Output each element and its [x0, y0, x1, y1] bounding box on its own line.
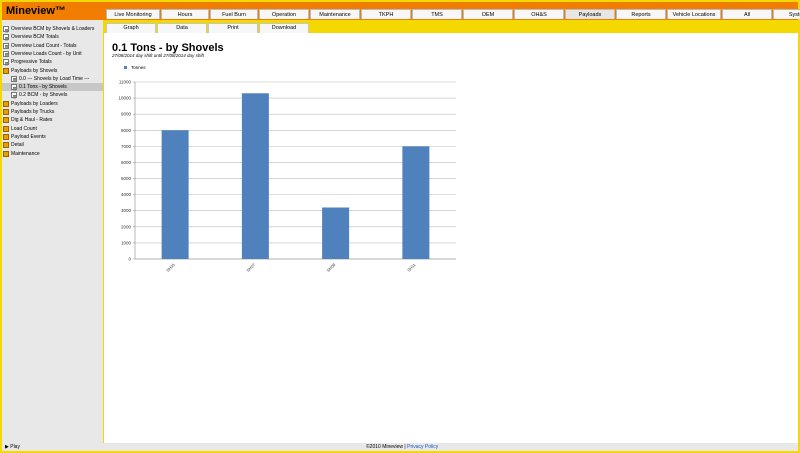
sub-tabs: Graph Data Print Download	[106, 23, 310, 33]
content-area	[104, 33, 798, 443]
sidebar-item-label: Dig & Haul - Rates	[11, 117, 53, 124]
document-icon	[11, 84, 17, 91]
sidebar-item-label: Maintenance	[11, 150, 40, 157]
play-button[interactable]: ▶ Play	[5, 444, 20, 450]
sidebar-item-label: Payloads by Shovels	[11, 67, 58, 74]
folder-icon	[3, 67, 9, 74]
sidebar-item-detail[interactable]: Detail	[2, 141, 103, 149]
tab-vehicle-locations[interactable]: Vehicle Locations	[667, 9, 721, 19]
sidebar-item-0-0-shovels-by-load-time[interactable]: 0.0 --- Shovels by Load Time ---	[2, 75, 103, 83]
tab-reports[interactable]: Reports	[616, 9, 666, 19]
sidebar-item-payloads-by-shovels[interactable]: Payloads by Shovels	[2, 67, 103, 75]
document-icon	[11, 75, 17, 82]
sidebar-item-label: Overview Load Count - Totals	[11, 42, 77, 49]
document-icon	[3, 42, 9, 49]
sidebar-item-dig-haul-rates[interactable]: Dig & Haul - Rates	[2, 116, 103, 124]
sidebar-item-label: 0.1 Tons - by Shovels	[19, 84, 67, 91]
sidebar-item-payload-events[interactable]: Payload Events	[2, 133, 103, 141]
subtab-download[interactable]: Download	[259, 23, 309, 33]
document-icon	[11, 92, 17, 99]
subtab-print[interactable]: Print	[208, 23, 258, 33]
sidebar-item-label: Overview Loads Count - by Unit	[11, 50, 82, 57]
sidebar-item-label: Overview BCM by Shovels & Loaders	[11, 26, 95, 32]
legend-swatch	[124, 66, 127, 69]
footer-copyright: ©2010 Mineview | Privacy Policy	[366, 444, 438, 450]
sidebar-item-label: Detail	[11, 142, 24, 149]
copyright-text: ©2010 Mineview	[366, 444, 404, 450]
tab-live-monitoring[interactable]: Live Monitoring	[106, 9, 160, 19]
subtab-graph[interactable]: Graph	[106, 23, 156, 33]
sidebar-item-label: Overview BCM Totals	[11, 34, 59, 41]
legend-label: Tonnes	[131, 65, 146, 70]
sidebar-item-overview-bcm-by-shovels-loaders[interactable]: Overview BCM by Shovels & Loaders	[2, 25, 103, 33]
tab-all[interactable]: All	[722, 9, 772, 19]
tab-system[interactable]: System	[773, 9, 800, 19]
sidebar: Overview BCM by Shovels & Loaders Overvie…	[2, 20, 103, 443]
sidebar-item-0-2-bcm-by-shovels[interactable]: 0.2 BCM - by Shovels	[2, 91, 103, 99]
folder-icon	[3, 117, 9, 124]
app-logo: Mineview™	[6, 5, 66, 17]
sidebar-item-load-count[interactable]: Load Count	[2, 125, 103, 133]
document-icon	[3, 50, 9, 57]
tab-tkph[interactable]: TKPH	[361, 9, 411, 19]
sidebar-item-label: Load Count	[11, 125, 37, 132]
sidebar-item-overview-load-count-totals[interactable]: Overview Load Count - Totals	[2, 42, 103, 50]
tab-operation[interactable]: Operation	[259, 9, 309, 19]
sidebar-item-label: Payloads by Trucks	[11, 109, 55, 115]
sidebar-item-label: Progressive Totals	[11, 59, 52, 66]
sidebar-item-label: 0.2 BCM - by Shovels	[19, 92, 68, 99]
sidebar-item-label: Payload Events	[11, 133, 46, 140]
sidebar-item-maintenance[interactable]: Maintenance	[2, 150, 103, 158]
tab-hours[interactable]: Hours	[161, 9, 209, 19]
sidebar-item-label: Payloads by Loaders	[11, 100, 58, 107]
document-icon	[3, 59, 9, 66]
tab-oem[interactable]: OEM	[463, 9, 513, 19]
sidebar-item-0-1-tons-by-shovels[interactable]: 0.1 Tons - by Shovels	[2, 83, 103, 92]
tab-payloads[interactable]: Payloads	[565, 9, 615, 19]
sidebar-item-label: 0.0 --- Shovels by Load Time ---	[19, 75, 90, 82]
tab-fuel-burn[interactable]: Fuel Burn	[210, 9, 258, 19]
sidebar-item-payloads-by-loaders[interactable]: Payloads by Loaders	[2, 100, 103, 108]
folder-icon	[3, 100, 9, 107]
document-icon	[3, 26, 9, 32]
tab-tms[interactable]: TMS	[412, 9, 462, 19]
folder-icon	[3, 125, 9, 132]
privacy-policy-link[interactable]: Privacy Policy	[407, 444, 438, 450]
sidebar-item-overview-bcm-totals[interactable]: Overview BCM Totals	[2, 33, 103, 41]
folder-icon	[3, 142, 9, 149]
tab-maintenance[interactable]: Maintenance	[310, 9, 360, 19]
document-icon	[3, 34, 9, 41]
sidebar-item-overview-loads-count-by-unit[interactable]: Overview Loads Count - by Unit	[2, 50, 103, 58]
footer: ▶ Play ©2010 Mineview | Privacy Policy	[2, 443, 798, 451]
tab-oh-s[interactable]: OH&S	[514, 9, 564, 19]
subtab-data[interactable]: Data	[157, 23, 207, 33]
page-subtitle: 27/08/2014 day shift until 27/08/2014 da…	[112, 53, 204, 58]
folder-icon	[3, 150, 9, 157]
folder-icon	[3, 109, 9, 115]
sidebar-item-progressive-totals[interactable]: Progressive Totals	[2, 58, 103, 66]
folder-icon	[3, 133, 9, 140]
sidebar-item-payloads-by-trucks[interactable]: Payloads by Trucks	[2, 108, 103, 116]
main-tabs: Live Monitoring Hours Fuel Burn Operation Ma…	[106, 9, 800, 20]
